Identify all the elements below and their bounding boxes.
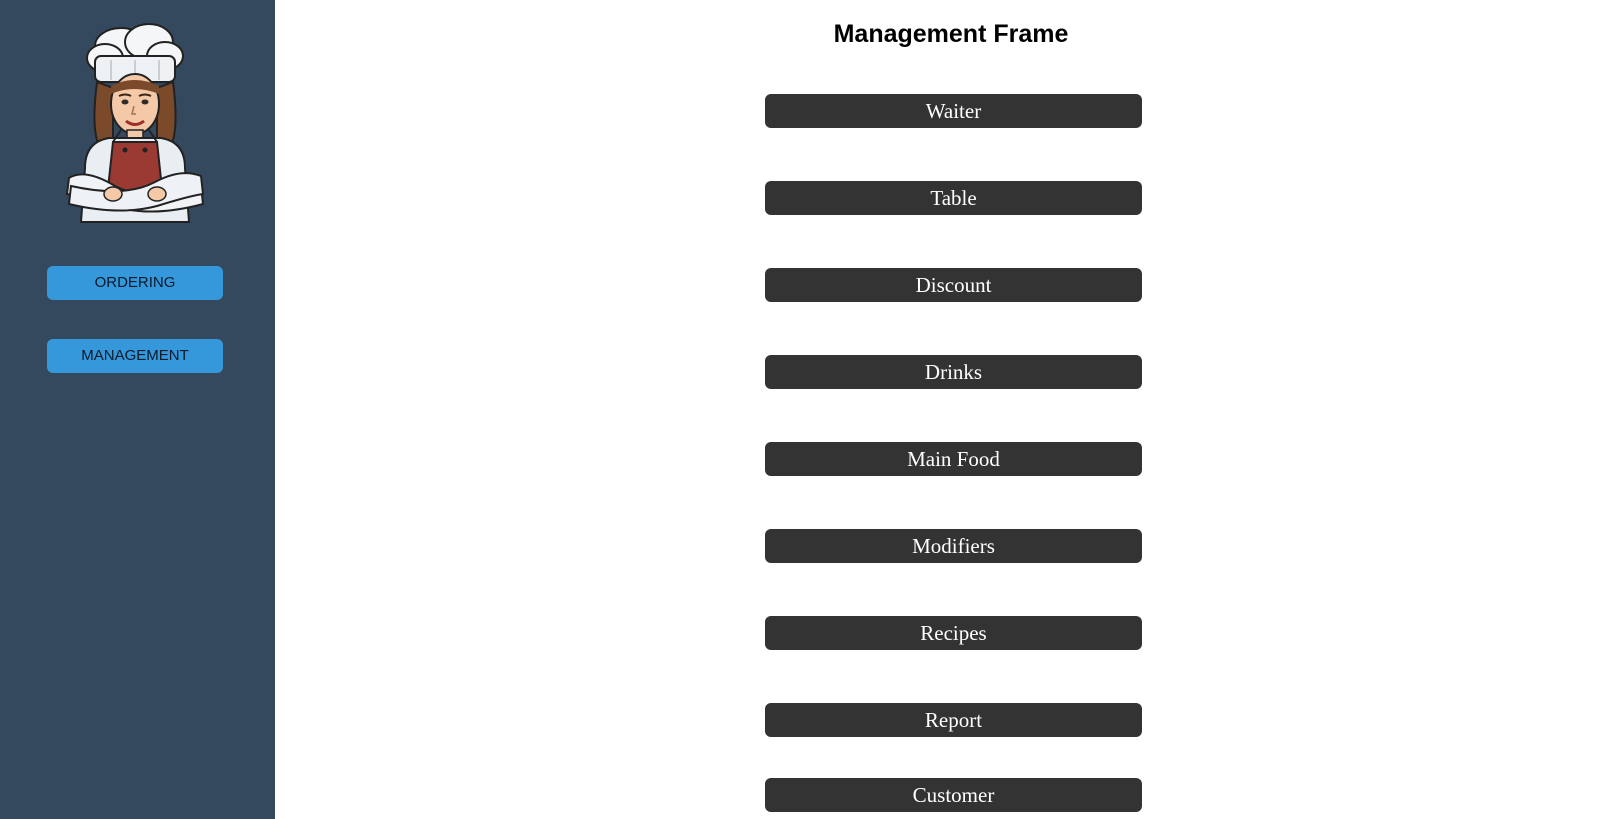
management-button[interactable]: MANAGEMENT: [47, 339, 223, 373]
management-panel: Management Frame Waiter Table Discount D…: [275, 0, 1615, 819]
main-food-button[interactable]: Main Food: [765, 442, 1142, 476]
app-window: ORDERING MANAGEMENT Management Frame Wai…: [0, 0, 1615, 819]
report-button[interactable]: Report: [765, 703, 1142, 737]
sidebar: ORDERING MANAGEMENT: [0, 0, 275, 819]
drinks-button[interactable]: Drinks: [765, 355, 1142, 389]
modifiers-button[interactable]: Modifiers: [765, 529, 1142, 563]
ordering-button[interactable]: ORDERING: [47, 266, 223, 300]
chef-avatar: [65, 23, 205, 223]
customer-button[interactable]: Customer: [765, 778, 1142, 812]
discount-button[interactable]: Discount: [765, 268, 1142, 302]
table-button[interactable]: Table: [765, 181, 1142, 215]
page-title: Management Frame: [833, 20, 1069, 48]
waiter-button[interactable]: Waiter: [765, 94, 1142, 128]
recipes-button[interactable]: Recipes: [765, 616, 1142, 650]
